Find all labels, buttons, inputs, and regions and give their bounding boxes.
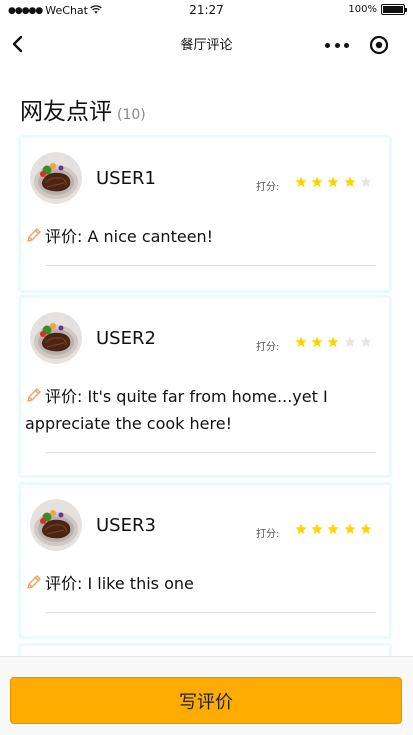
pencil-icon <box>25 572 42 589</box>
star-rating <box>295 336 376 348</box>
rating-label: 打分: <box>256 529 280 540</box>
more-dots-icon[interactable] <box>325 33 349 57</box>
section-title: 网友点评 <box>20 99 112 125</box>
section-header: 网友点评 (10) <box>20 92 146 126</box>
star-filled-icon <box>327 523 339 534</box>
battery-fill <box>383 6 403 13</box>
username: USER3 <box>96 515 156 536</box>
avatar <box>30 312 82 364</box>
star-rating <box>295 523 376 535</box>
star-filled-icon <box>311 336 323 347</box>
star-filled-icon <box>327 176 339 187</box>
divider <box>46 612 376 613</box>
star-filled-icon <box>311 523 323 534</box>
star-filled-icon <box>344 176 356 187</box>
star-filled-icon <box>295 336 307 347</box>
comment-text: A nice canteen! <box>87 227 214 246</box>
star-filled-icon <box>327 336 339 347</box>
pencil-icon <box>25 385 42 402</box>
divider <box>46 265 376 266</box>
review-card: USER1 打分: 评价: A nice canteen! <box>18 135 392 293</box>
status-right: 100% <box>348 4 407 15</box>
star-filled-icon <box>311 176 323 187</box>
star-filled-icon <box>360 523 372 534</box>
comment: 评价: I like this one <box>25 570 381 597</box>
battery-icon <box>381 4 407 15</box>
nav-bar: 餐厅评论 <box>0 22 413 66</box>
comment: 评价: It's quite far from home...yet I app… <box>25 383 381 437</box>
star-empty-icon <box>344 336 356 347</box>
comment-text: I like this one <box>87 574 194 593</box>
comment-prefix: 评价: <box>45 387 88 406</box>
rating-label: 打分: <box>256 182 280 193</box>
comment: 评价: A nice canteen! <box>25 223 381 250</box>
bottom-bar: 写评价 <box>0 656 413 735</box>
battery-percent: 100% <box>348 4 377 15</box>
divider <box>46 452 376 453</box>
comment-prefix: 评价: <box>45 574 88 593</box>
username: USER1 <box>96 168 156 189</box>
pencil-icon <box>25 225 42 242</box>
target-icon[interactable] <box>369 35 389 55</box>
comment-prefix: 评价: <box>45 227 88 246</box>
review-card: USER2 打分: 评价: It's quite far from home..… <box>18 295 392 478</box>
review-count: (10) <box>117 107 146 123</box>
avatar <box>30 152 82 204</box>
star-rating <box>295 176 376 188</box>
avatar <box>30 499 82 551</box>
review-card: USER3 打分: 评价: I like this one <box>18 482 392 639</box>
username: USER2 <box>96 328 156 349</box>
star-empty-icon <box>360 336 372 347</box>
star-filled-icon <box>295 523 307 534</box>
write-review-button[interactable]: 写评价 <box>10 677 402 724</box>
star-empty-icon <box>360 176 372 187</box>
star-filled-icon <box>344 523 356 534</box>
status-bar: ●●●●● WeChat 21:27 100% <box>0 0 413 22</box>
page-title: 餐厅评论 <box>180 38 233 53</box>
star-filled-icon <box>295 176 307 187</box>
rating-label: 打分: <box>256 342 280 353</box>
